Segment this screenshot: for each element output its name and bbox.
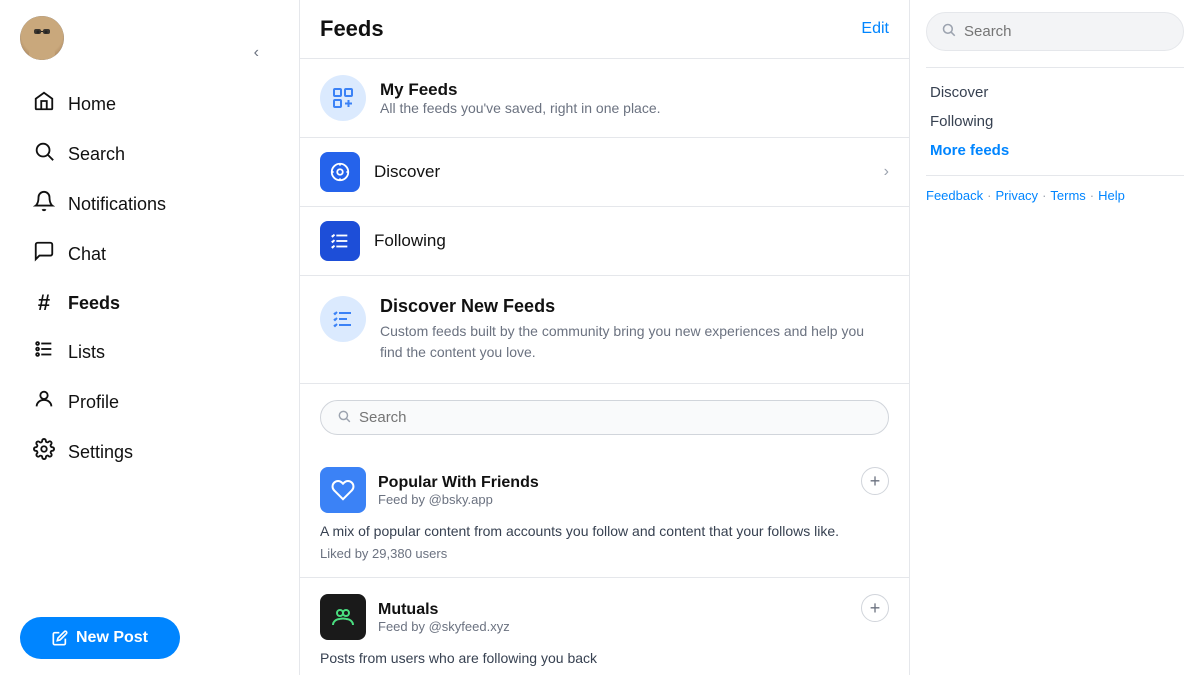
collapse-button[interactable]: ‹ [254, 44, 259, 62]
feed-card-mutuals-header: Mutuals Feed by @skyfeed.xyz + [320, 594, 889, 640]
following-feed-label: Following [374, 231, 446, 251]
my-feeds-title: My Feeds [380, 80, 661, 100]
popular-feed-icon [320, 467, 366, 513]
my-feeds-icon [320, 75, 366, 121]
right-sidebar: Discover Following More feeds Feedback ·… [910, 0, 1200, 675]
sidebar-item-settings-label: Settings [68, 442, 133, 463]
my-feeds-section[interactable]: My Feeds All the feeds you've saved, rig… [300, 59, 909, 138]
footer-sep-3: · [1090, 188, 1094, 203]
feeds-header: Feeds Edit [300, 0, 909, 59]
feed-row-following[interactable]: Following [300, 207, 909, 276]
mutuals-feed-title: Mutuals [378, 601, 510, 619]
footer-sep-2: · [1042, 188, 1046, 203]
feed-row-discover[interactable]: Discover › [300, 138, 909, 207]
right-footer: Feedback · Privacy · Terms · Help [926, 188, 1184, 203]
new-post-label: New Post [76, 629, 148, 647]
feed-card-popular: Popular With Friends Feed by @bsky.app +… [300, 451, 909, 578]
sidebar-item-chat-label: Chat [68, 244, 106, 265]
sidebar-top: ‹ [20, 16, 279, 68]
feed-card-mutuals: Mutuals Feed by @skyfeed.xyz + Posts fro… [300, 578, 909, 675]
sidebar-item-settings[interactable]: Settings [20, 428, 279, 476]
mutuals-add-button[interactable]: + [861, 594, 889, 622]
footer-terms-link[interactable]: Terms [1050, 188, 1085, 203]
mutuals-feed-desc: Posts from users who are following you b… [320, 648, 889, 669]
popular-feed-likes: Liked by 29,380 users [320, 546, 889, 561]
popular-feed-title: Popular With Friends [378, 474, 539, 492]
footer-help-link[interactable]: Help [1098, 188, 1125, 203]
sidebar-item-chat[interactable]: Chat [20, 230, 279, 278]
edit-button[interactable]: Edit [861, 20, 889, 38]
popular-feed-desc: A mix of popular content from accounts y… [320, 521, 889, 542]
my-feeds-text: My Feeds All the feeds you've saved, rig… [380, 80, 661, 116]
sidebar-item-search[interactable]: Search [20, 130, 279, 178]
home-icon [32, 90, 56, 118]
right-divider-2 [926, 175, 1184, 176]
popular-feed-info: Popular With Friends Feed by @bsky.app [378, 474, 539, 507]
right-search-container [926, 12, 1184, 51]
edit-icon [52, 630, 68, 646]
chevron-right-icon: › [884, 163, 889, 181]
footer-sep-1: · [987, 188, 991, 203]
popular-add-button[interactable]: + [861, 467, 889, 495]
feed-row-discover-left: Discover [320, 152, 440, 192]
right-nav-more-feeds[interactable]: More feeds [926, 136, 1184, 165]
chat-icon [32, 240, 56, 268]
discover-new-description: Custom feeds built by the community brin… [380, 321, 889, 363]
feed-card-popular-left: Popular With Friends Feed by @bsky.app [320, 467, 539, 513]
my-feeds-description: All the feeds you've saved, right in one… [380, 100, 661, 116]
profile-icon [32, 388, 56, 416]
sidebar-item-profile[interactable]: Profile [20, 378, 279, 426]
new-post-button[interactable]: New Post [20, 617, 180, 659]
sidebar-item-home[interactable]: Home [20, 80, 279, 128]
mutuals-feed-info: Mutuals Feed by @skyfeed.xyz [378, 601, 510, 634]
sidebar-item-notifications-label: Notifications [68, 194, 166, 215]
settings-icon [32, 438, 56, 466]
right-nav-following[interactable]: Following [926, 107, 1184, 136]
discover-new-section: Discover New Feeds Custom feeds built by… [300, 276, 909, 384]
discover-feed-icon [320, 152, 360, 192]
left-sidebar: ‹ Home Search Notifications Chat [0, 0, 300, 675]
feeds-title: Feeds [320, 16, 384, 42]
sidebar-item-notifications[interactable]: Notifications [20, 180, 279, 228]
discover-new-icon [320, 296, 366, 342]
avatar[interactable] [20, 16, 64, 60]
sidebar-item-feeds[interactable]: # Feeds [20, 280, 279, 326]
sidebar-item-profile-label: Profile [68, 392, 119, 413]
right-search-input[interactable] [964, 23, 1169, 40]
right-search-icon [941, 22, 956, 41]
right-divider-1 [926, 67, 1184, 68]
discover-new-text: Discover New Feeds Custom feeds built by… [380, 296, 889, 363]
sidebar-nav: Home Search Notifications Chat # Feeds [20, 80, 279, 601]
sidebar-item-lists[interactable]: Lists [20, 328, 279, 376]
footer-privacy-link[interactable]: Privacy [995, 188, 1038, 203]
search-icon [32, 140, 56, 168]
sidebar-item-search-label: Search [68, 144, 125, 165]
main-search-icon [337, 409, 351, 426]
feed-card-popular-header: Popular With Friends Feed by @bsky.app + [320, 467, 889, 513]
right-nav-discover[interactable]: Discover [926, 78, 1184, 107]
feeds-icon: # [32, 290, 56, 316]
sidebar-item-feeds-label: Feeds [68, 293, 120, 314]
discover-new-title: Discover New Feeds [380, 296, 889, 317]
mutuals-feed-by: Feed by @skyfeed.xyz [378, 619, 510, 634]
sidebar-item-home-label: Home [68, 94, 116, 115]
feed-row-following-left: Following [320, 221, 446, 261]
bell-icon [32, 190, 56, 218]
popular-feed-by: Feed by @bsky.app [378, 492, 539, 507]
feed-card-mutuals-left: Mutuals Feed by @skyfeed.xyz [320, 594, 510, 640]
main-search-input[interactable] [359, 409, 872, 426]
discover-feed-label: Discover [374, 162, 440, 182]
mutuals-feed-icon [320, 594, 366, 640]
footer-feedback-link[interactable]: Feedback [926, 188, 983, 203]
following-feed-icon [320, 221, 360, 261]
lists-icon [32, 338, 56, 366]
main-content: Feeds Edit My Feeds All the feeds you've… [300, 0, 910, 675]
sidebar-item-lists-label: Lists [68, 342, 105, 363]
main-search-container [320, 400, 889, 435]
